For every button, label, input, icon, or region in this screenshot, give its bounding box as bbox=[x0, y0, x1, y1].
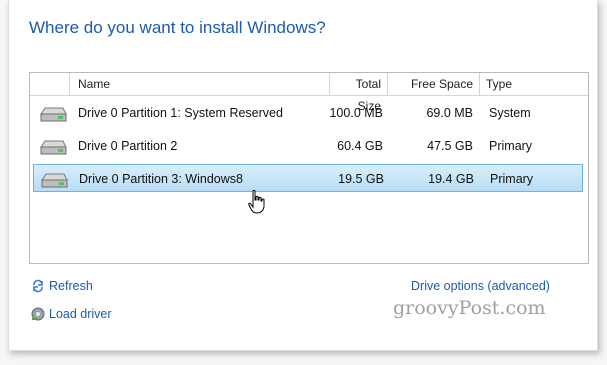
column-header-type[interactable]: Type bbox=[480, 73, 588, 95]
hand-cursor-icon bbox=[248, 190, 265, 214]
refresh-icon bbox=[33, 279, 43, 293]
table-row-selected[interactable]: Drive 0 Partition 3: Windows8 19.5 GB 19… bbox=[33, 164, 583, 192]
partition-list[interactable]: Name Total Size Free Space Type Drive 0 … bbox=[29, 72, 589, 264]
partition-type: System bbox=[489, 106, 531, 120]
partition-name: Drive 0 Partition 1: System Reserved bbox=[78, 106, 283, 120]
load-driver-label: Load driver bbox=[49, 307, 112, 321]
drive-icon bbox=[41, 173, 68, 188]
partition-free-space: 69.0 MB bbox=[426, 106, 473, 120]
partition-free-space: 19.4 GB bbox=[428, 172, 474, 186]
drive-options-link[interactable]: Drive options (advanced) bbox=[411, 279, 550, 293]
table-row[interactable]: Drive 0 Partition 1: System Reserved 100… bbox=[33, 99, 583, 127]
install-location-dialog: Where do you want to install Windows? Na… bbox=[8, 0, 598, 351]
drive-icon bbox=[40, 140, 67, 155]
column-header-free-space[interactable]: Free Space bbox=[388, 73, 480, 95]
table-row[interactable]: Drive 0 Partition 2 60.4 GB 47.5 GB Prim… bbox=[33, 132, 583, 160]
load-driver-link[interactable]: Load driver bbox=[31, 307, 112, 321]
partition-type: Primary bbox=[489, 139, 533, 153]
partition-free-space: 47.5 GB bbox=[427, 139, 473, 153]
header-icon-column bbox=[30, 73, 70, 95]
drive-options-label: Drive options (advanced) bbox=[411, 279, 550, 293]
partition-total-size: 100.0 MB bbox=[329, 106, 383, 120]
partition-total-size: 60.4 GB bbox=[337, 139, 383, 153]
partition-total-size: 19.5 GB bbox=[338, 172, 384, 186]
partition-name: Drive 0 Partition 2 bbox=[78, 139, 178, 153]
partition-type: Primary bbox=[490, 172, 534, 186]
list-header: Name Total Size Free Space Type bbox=[30, 73, 588, 113]
page-title: Where do you want to install Windows? bbox=[29, 18, 326, 37]
watermark: groovyPost.com bbox=[393, 297, 546, 319]
refresh-label: Refresh bbox=[49, 279, 93, 293]
partition-name: Drive 0 Partition 3: Windows8 bbox=[79, 172, 243, 186]
refresh-link[interactable]: Refresh bbox=[31, 279, 93, 293]
drive-icon bbox=[40, 107, 67, 122]
column-header-total-size[interactable]: Total Size bbox=[330, 73, 388, 113]
column-header-name[interactable]: Name bbox=[70, 73, 330, 95]
load-driver-icon bbox=[31, 307, 45, 321]
